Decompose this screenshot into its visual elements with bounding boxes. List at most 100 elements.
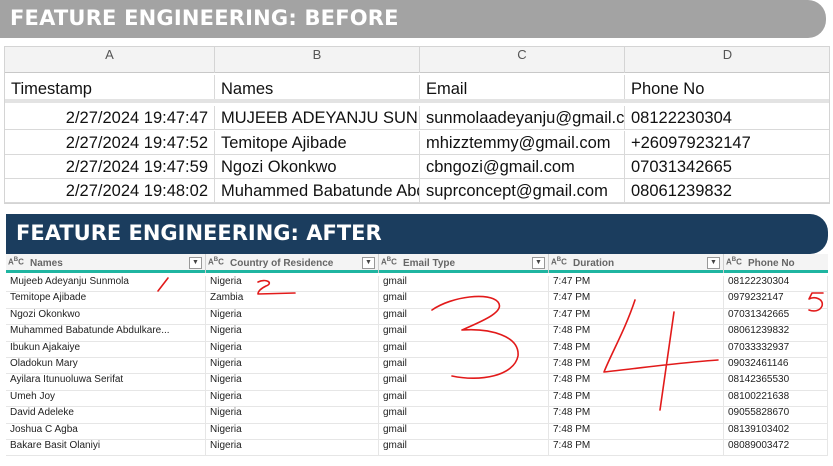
header-cell[interactable]: Timestamp bbox=[5, 75, 215, 99]
country-cell[interactable]: Nigeria bbox=[206, 276, 379, 293]
column-header-names[interactable]: ABC Names ▼ bbox=[6, 254, 206, 273]
grid-row: Oladokun Mary Nigeria gmail 7:48 PM 09032461… bbox=[6, 358, 828, 375]
duration-cell[interactable]: 7:47 PM bbox=[549, 276, 724, 293]
filter-dropdown-icon[interactable]: ▼ bbox=[532, 257, 545, 269]
phone-cell[interactable]: 08100221638 bbox=[724, 390, 828, 408]
name-cell[interactable]: Muhammed Babatunde Abdulkare... bbox=[6, 325, 206, 342]
email-type-cell[interactable]: gmail bbox=[379, 407, 549, 424]
phone-cell[interactable]: 08122230304 bbox=[724, 276, 828, 293]
email-type-cell[interactable]: gmail bbox=[379, 390, 549, 408]
phone-cell[interactable]: 08139103402 bbox=[724, 423, 828, 440]
duration-cell[interactable]: 7:48 PM bbox=[549, 341, 724, 358]
filter-dropdown-icon[interactable]: ▼ bbox=[189, 257, 202, 269]
duration-cell[interactable]: 7:47 PM bbox=[549, 292, 724, 309]
phone-cell[interactable]: 09055828670 bbox=[724, 407, 828, 424]
before-spreadsheet: A B C D Timestamp Names Email Phone No 2… bbox=[4, 46, 830, 204]
phone-cell[interactable]: +260979232147 bbox=[625, 131, 829, 154]
column-header-label: Names bbox=[30, 258, 63, 269]
country-cell[interactable]: Nigeria bbox=[206, 407, 379, 424]
column-letter[interactable]: B bbox=[215, 47, 420, 73]
column-header-label: Duration bbox=[573, 258, 615, 269]
table-row: 2/27/2024 19:47:59 Ngozi Okonkwo cbngozi… bbox=[5, 155, 829, 179]
filter-dropdown-icon[interactable]: ▼ bbox=[707, 257, 720, 269]
timestamp-cell[interactable]: 2/27/2024 19:47:59 bbox=[5, 155, 215, 178]
column-header-duration[interactable]: ABC Duration ▼ bbox=[549, 254, 724, 273]
column-letter[interactable]: A bbox=[5, 47, 215, 73]
column-header-email-type[interactable]: ABC Email Type ▼ bbox=[379, 254, 549, 273]
filter-dropdown-icon[interactable]: ▼ bbox=[362, 257, 375, 269]
phone-cell[interactable]: 09032461146 bbox=[724, 358, 828, 375]
name-cell[interactable]: Joshua C Agba bbox=[6, 423, 206, 440]
email-type-cell[interactable]: gmail bbox=[379, 292, 549, 309]
duration-cell[interactable]: 7:48 PM bbox=[549, 407, 724, 424]
timestamp-cell[interactable]: 2/27/2024 19:48:02 bbox=[5, 179, 215, 202]
timestamp-cell[interactable]: 2/27/2024 19:47:52 bbox=[5, 131, 215, 154]
email-type-cell[interactable]: gmail bbox=[379, 308, 549, 326]
email-cell[interactable]: mhizztemmy@gmail.com bbox=[420, 131, 625, 154]
name-cell[interactable]: Oladokun Mary bbox=[6, 358, 206, 375]
country-cell[interactable]: Nigeria bbox=[206, 341, 379, 358]
phone-cell[interactable]: 08142365530 bbox=[724, 374, 828, 391]
email-type-cell[interactable]: gmail bbox=[379, 374, 549, 391]
email-type-cell[interactable]: gmail bbox=[379, 341, 549, 358]
country-cell[interactable]: Nigeria bbox=[206, 358, 379, 375]
name-cell[interactable]: Muhammed Babatunde Abdulkareem bbox=[215, 179, 420, 202]
duration-cell[interactable]: 7:47 PM bbox=[549, 308, 724, 326]
header-row: Timestamp Names Email Phone No bbox=[5, 75, 829, 103]
email-cell[interactable]: sunmolaadeyanju@gmail.com bbox=[420, 106, 625, 129]
name-cell[interactable]: Ngozi Okonkwo bbox=[6, 308, 206, 326]
country-cell[interactable]: Nigeria bbox=[206, 374, 379, 391]
phone-cell[interactable]: 08061239832 bbox=[625, 179, 829, 202]
email-type-cell[interactable]: gmail bbox=[379, 325, 549, 342]
country-cell[interactable]: Nigeria bbox=[206, 440, 379, 457]
column-header-label: Country of Residence bbox=[230, 258, 334, 269]
grid-row: Joshua C Agba Nigeria gmail 7:48 PM 08139103… bbox=[6, 423, 828, 440]
timestamp-cell[interactable]: 2/27/2024 19:47:47 bbox=[5, 106, 215, 129]
email-cell[interactable]: suprconcept@gmail.com bbox=[420, 179, 625, 202]
column-letter[interactable]: C bbox=[420, 47, 625, 73]
name-cell[interactable]: Temitope Ajibade bbox=[6, 292, 206, 309]
email-type-cell[interactable]: gmail bbox=[379, 440, 549, 457]
name-cell[interactable]: Ayilara Itunuoluwa Serifat bbox=[6, 374, 206, 391]
header-cell[interactable]: Phone No bbox=[625, 75, 829, 99]
column-letter[interactable]: D bbox=[625, 47, 829, 73]
email-type-cell[interactable]: gmail bbox=[379, 358, 549, 375]
name-cell[interactable]: Umeh Joy bbox=[6, 390, 206, 408]
grid-row: Muhammed Babatunde Abdulkare... Nigeria gm… bbox=[6, 325, 828, 342]
phone-cell[interactable]: 08122230304 bbox=[625, 106, 829, 129]
phone-cell[interactable]: 08061239832 bbox=[724, 325, 828, 342]
duration-cell[interactable]: 7:48 PM bbox=[549, 358, 724, 375]
name-cell[interactable]: Bakare Basit Olaniyi bbox=[6, 440, 206, 457]
column-header-phone[interactable]: ABC Phone No bbox=[724, 254, 828, 273]
text-type-icon: ABC bbox=[208, 257, 224, 267]
header-cell[interactable]: Email bbox=[420, 75, 625, 99]
name-cell[interactable]: David Adeleke bbox=[6, 407, 206, 424]
duration-cell[interactable]: 7:48 PM bbox=[549, 390, 724, 408]
duration-cell[interactable]: 7:48 PM bbox=[549, 423, 724, 440]
phone-cell[interactable]: 07033332937 bbox=[724, 341, 828, 358]
column-letter-row: A B C D bbox=[5, 47, 829, 73]
phone-cell[interactable]: 07031342665 bbox=[625, 155, 829, 178]
duration-cell[interactable]: 7:48 PM bbox=[549, 374, 724, 391]
email-cell[interactable]: cbngozi@gmail.com bbox=[420, 155, 625, 178]
country-cell[interactable]: Zambia bbox=[206, 292, 379, 309]
country-cell[interactable]: Nigeria bbox=[206, 325, 379, 342]
phone-cell[interactable]: 0979232147 bbox=[724, 292, 828, 309]
email-type-cell[interactable]: gmail bbox=[379, 423, 549, 440]
name-cell[interactable]: MUJEEB ADEYANJU SUNMOLA bbox=[215, 106, 420, 129]
duration-cell[interactable]: 7:48 PM bbox=[549, 325, 724, 342]
name-cell[interactable]: Temitope Ajibade bbox=[215, 131, 420, 154]
duration-cell[interactable]: 7:48 PM bbox=[549, 440, 724, 457]
name-cell[interactable]: Mujeeb Adeyanju Sunmola bbox=[6, 276, 206, 293]
email-type-cell[interactable]: gmail bbox=[379, 276, 549, 293]
header-cell[interactable]: Names bbox=[215, 75, 420, 99]
phone-cell[interactable]: 08089003472 bbox=[724, 440, 828, 457]
phone-cell[interactable]: 07031342665 bbox=[724, 308, 828, 326]
name-cell[interactable]: Ibukun Ajakaiye bbox=[6, 341, 206, 358]
country-cell[interactable]: Nigeria bbox=[206, 308, 379, 326]
column-header-country[interactable]: ABC Country of Residence ▼ bbox=[206, 254, 379, 273]
name-cell[interactable]: Ngozi Okonkwo bbox=[215, 155, 420, 178]
country-cell[interactable]: Nigeria bbox=[206, 423, 379, 440]
before-title: FEATURE ENGINEERING: BEFORE bbox=[10, 6, 399, 30]
country-cell[interactable]: Nigeria bbox=[206, 390, 379, 408]
